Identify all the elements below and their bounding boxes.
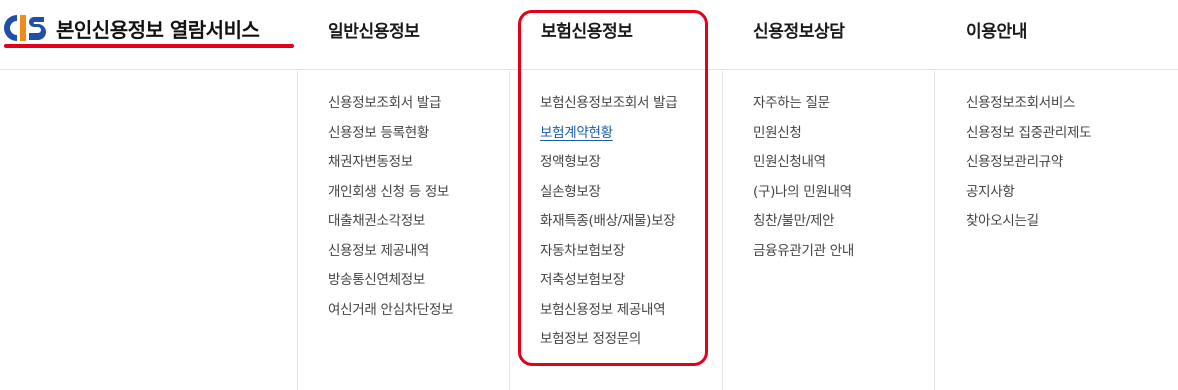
submenu-link-insurance-provision[interactable]: 보험신용정보 제공내역 [540, 302, 666, 318]
submenu-item: 저축성보험보장 [540, 270, 677, 300]
submenu-link-insurance-contracts[interactable]: 보험계약현황 [540, 125, 613, 141]
submenu-link-savings-coverage[interactable]: 저축성보험보장 [540, 272, 625, 288]
submenu-item: 방송통신연체정보 [328, 270, 453, 300]
submenu-link-faq[interactable]: 자주하는 질문 [753, 95, 830, 111]
submenu-link-fixed-coverage[interactable]: 정액형보장 [540, 154, 601, 170]
submenu-link-central-management[interactable]: 신용정보 집중관리제도 [966, 125, 1092, 141]
submenu-item: (구)나의 민원내역 [753, 182, 854, 212]
gnb-guide[interactable]: 이용안내 [966, 17, 1027, 42]
submenu-item: 민원신청내역 [753, 152, 854, 182]
submenu-link-fire-special-coverage[interactable]: 화재특종(배상/재물)보장 [540, 213, 676, 229]
submenu-item: 민원신청 [753, 123, 854, 153]
submenu-item: 화재특종(배상/재물)보장 [540, 211, 677, 241]
submenu-link-creditor-change[interactable]: 채권자변동정보 [328, 154, 413, 170]
submenu-link-insurance-correction[interactable]: 보험정보 정정문의 [540, 331, 641, 347]
submenu-link-complaint-history[interactable]: 민원신청내역 [753, 154, 826, 170]
site-header: 본인신용정보 열람서비스 일반신용정보 보험신용정보 신용정보상담 이용안내 [0, 0, 1178, 70]
title-underline [4, 44, 294, 48]
submenu-link-credit-block[interactable]: 여신거래 안심차단정보 [328, 302, 454, 318]
submenu-item: 보험신용정보조회서 발급 [540, 93, 678, 123]
submenu-item: 채권자변동정보 [328, 152, 453, 182]
submenu-link-directions[interactable]: 찾아오시는길 [966, 213, 1039, 229]
submenu-item: 자동차보험보장 [540, 241, 677, 271]
submenu-link-indemnity-coverage[interactable]: 실손형보장 [540, 184, 601, 200]
submenu-general-credit: 신용정보조회서 발급 신용정보 등록현황 채권자변동정보 개인회생 신청 등 정… [328, 93, 454, 330]
submenu-link-loan-write-off[interactable]: 대출채권소각정보 [328, 213, 425, 229]
site-title: 본인신용정보 열람서비스 [56, 17, 260, 42]
submenu-link-credit-registration[interactable]: 신용정보 등록현황 [328, 125, 429, 141]
column-divider [722, 71, 723, 390]
submenu-item: 여신거래 안심차단정보 [328, 300, 454, 330]
submenu-item: 신용정보조회서 발급 [328, 93, 453, 123]
submenu-guide: 신용정보조회서비스 신용정보 집중관리제도 신용정보관리규약 공지사항 찾아오시… [966, 93, 1092, 241]
column-divider [934, 71, 935, 390]
submenu-link-notices[interactable]: 공지사항 [966, 184, 1015, 200]
gnb-general-credit[interactable]: 일반신용정보 [328, 17, 420, 42]
submenu-link-feedback[interactable]: 칭찬/불만/제안 [753, 213, 835, 229]
submenu-item: 대출채권소각정보 [328, 211, 453, 241]
submenu-insurance-credit: 보험신용정보조회서 발급 보험계약현황 정액형보장 실손형보장 화재특종(배상/… [540, 93, 678, 359]
submenu-item: 금융유관기관 안내 [753, 241, 854, 271]
submenu-item: 신용정보관리규약 [966, 152, 1091, 182]
submenu-link-auto-coverage[interactable]: 자동차보험보장 [540, 243, 625, 259]
gnb-insurance-credit[interactable]: 보험신용정보 [541, 17, 633, 42]
submenu-link-insurance-report[interactable]: 보험신용정보조회서 발급 [540, 95, 678, 111]
submenu-link-related-agencies[interactable]: 금융유관기관 안내 [753, 243, 854, 259]
submenu-link-telecom-delinquency[interactable]: 방송통신연체정보 [328, 272, 425, 288]
submenu-link-credit-report[interactable]: 신용정보조회서 발급 [328, 95, 441, 111]
submenu-credit-consult: 자주하는 질문 민원신청 민원신청내역 (구)나의 민원내역 칭찬/불만/제안 … [753, 93, 854, 270]
gnb-credit-consult[interactable]: 신용정보상담 [753, 17, 845, 42]
submenu-link-complaint-apply[interactable]: 민원신청 [753, 125, 802, 141]
submenu-item: 칭찬/불만/제안 [753, 211, 854, 241]
submenu-item: 정액형보장 [540, 152, 677, 182]
submenu-link-inquiry-service[interactable]: 신용정보조회서비스 [966, 95, 1075, 111]
submenu-link-old-complaints[interactable]: (구)나의 민원내역 [753, 184, 852, 200]
submenu-item: 공지사항 [966, 182, 1091, 212]
submenu-item: 신용정보 집중관리제도 [966, 123, 1092, 153]
submenu-item: 자주하는 질문 [753, 93, 854, 123]
submenu-link-rehabilitation[interactable]: 개인회생 신청 등 정보 [328, 184, 449, 200]
submenu-item: 보험신용정보 제공내역 [540, 300, 677, 330]
submenu-item: 개인회생 신청 등 정보 [328, 182, 453, 212]
submenu-item: 신용정보 등록현황 [328, 123, 453, 153]
cis-logo-icon [4, 15, 46, 41]
submenu-item-active: 보험계약현황 [540, 123, 677, 153]
column-divider [297, 71, 298, 390]
submenu-item: 신용정보조회서비스 [966, 93, 1091, 123]
submenu-link-credit-provision[interactable]: 신용정보 제공내역 [328, 243, 429, 259]
site-logo[interactable]: 본인신용정보 열람서비스 [4, 8, 260, 48]
submenu-item: 보험정보 정정문의 [540, 329, 677, 359]
submenu-link-management-rules[interactable]: 신용정보관리규약 [966, 154, 1063, 170]
submenu-item: 찾아오시는길 [966, 211, 1091, 241]
column-divider [509, 71, 510, 390]
submenu-item: 신용정보 제공내역 [328, 241, 453, 271]
submenu-item: 실손형보장 [540, 182, 677, 212]
